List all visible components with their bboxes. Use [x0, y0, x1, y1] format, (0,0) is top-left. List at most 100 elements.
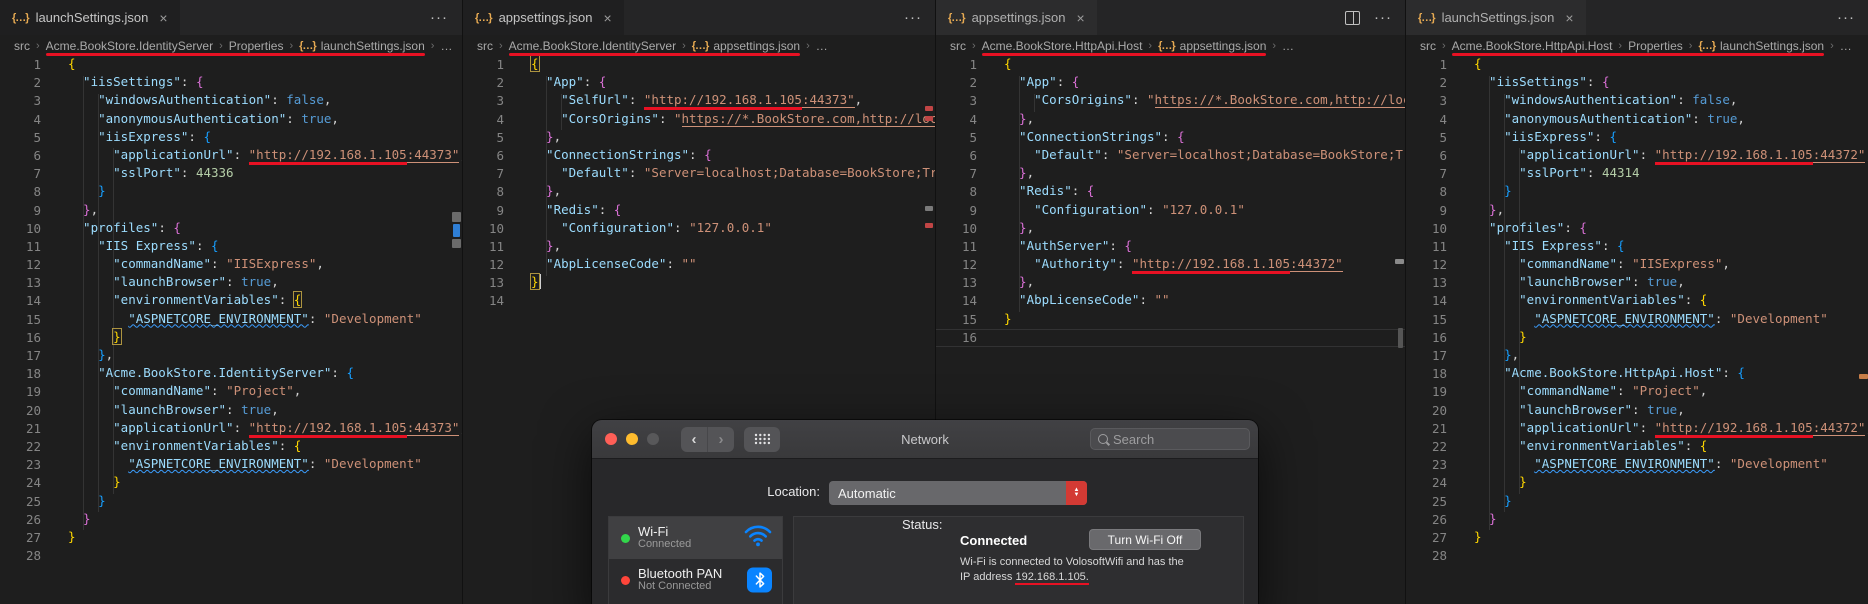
code-token: {: [530, 56, 540, 72]
code-line: "windowsAuthentication": false,: [1406, 92, 1868, 110]
scrollbar-decoration[interactable]: [452, 239, 461, 248]
code-token: "Default": [531, 165, 629, 181]
tab-launchSettings.json[interactable]: {…} launchSettings.json ×: [1406, 0, 1586, 35]
code-token: "anonymousAuthentication": [68, 110, 287, 126]
forward-button[interactable]: ›: [707, 426, 734, 452]
service-name: Bluetooth PAN: [638, 566, 723, 581]
code-token: "applicationUrl": [68, 419, 234, 435]
scrollbar-decoration[interactable]: [1398, 328, 1403, 348]
code-token: :: [1692, 110, 1708, 126]
code-token: ,: [1729, 92, 1738, 108]
screenshot-root: {…} launchSettings.json × ··· src › Acme.BookS…: [0, 0, 1868, 604]
more-actions-icon[interactable]: ···: [1837, 9, 1855, 26]
location-value: Automatic: [838, 485, 896, 501]
code-token: 44336: [195, 165, 234, 181]
close-icon[interactable]: ×: [1077, 10, 1085, 26]
more-actions-icon[interactable]: ···: [904, 9, 922, 26]
code-token: }: [1004, 165, 1027, 181]
scrollbar-decoration[interactable]: [453, 224, 460, 237]
code-token: :: [666, 256, 682, 272]
code-token: "commandName": [68, 383, 211, 399]
breadcrumb-more[interactable]: …: [1282, 39, 1294, 53]
breadcrumb-item[interactable]: appsettings.json: [1180, 39, 1267, 53]
scrollbar-decoration[interactable]: [1859, 374, 1868, 379]
code-token: }: [68, 510, 91, 526]
search-input[interactable]: Search: [1090, 428, 1250, 450]
code-editor[interactable]: 1 2 3 4 5 6 7 8 9 10 11 12 13 14 15 16 17 18 19 20 21 22 23 24 2…: [0, 56, 462, 604]
service-row-bluetooth-pan[interactable]: Bluetooth PAN Not Connected: [609, 559, 782, 601]
scrollbar-decoration[interactable]: [925, 116, 933, 121]
code-token: :: [1722, 365, 1738, 381]
code-token: ,: [316, 256, 324, 272]
code-token: :: [1632, 401, 1648, 417]
code-token: {: [68, 56, 76, 71]
code-token: true: [241, 274, 272, 290]
back-button[interactable]: ‹: [681, 426, 707, 452]
breadcrumb-more[interactable]: …: [1840, 39, 1852, 53]
scrollbar-decoration[interactable]: [1395, 259, 1404, 264]
code-token: ,: [105, 347, 114, 362]
code-token: :44373": [406, 419, 460, 436]
code-token: :: [658, 110, 674, 126]
show-all-button[interactable]: [744, 426, 780, 452]
code-line: }: [1406, 493, 1868, 511]
service-row-wifi[interactable]: Wi-Fi Connected: [609, 517, 782, 559]
more-actions-icon[interactable]: ···: [1374, 9, 1392, 26]
code-editor[interactable]: 1 2 3 4 5 6 7 8 9 10 11 12 13 14 15 16 17 18 19 20 21 22 23 24 2…: [1406, 56, 1868, 604]
code-token: "Development": [323, 456, 422, 472]
more-actions-icon[interactable]: ···: [430, 9, 448, 26]
code-token: :: [1714, 456, 1730, 472]
code-token: :: [1639, 146, 1655, 162]
close-icon[interactable]: ×: [159, 10, 167, 26]
scrollbar-decoration[interactable]: [925, 206, 933, 211]
zoom-window-icon[interactable]: [647, 433, 659, 445]
turn-wifi-off-button[interactable]: Turn Wi-Fi Off: [1089, 529, 1201, 550]
breadcrumb-item[interactable]: Acme.BookStore.HttpApi.Host: [1452, 39, 1613, 53]
code-line: }: [1406, 511, 1868, 529]
location-dropdown[interactable]: Automatic ▲ ▼: [829, 481, 1087, 505]
breadcrumb-more[interactable]: …: [816, 39, 828, 53]
code-token: {: [613, 201, 622, 217]
scrollbar-decoration[interactable]: [925, 106, 933, 111]
scrollbar-decoration[interactable]: [925, 223, 933, 228]
breadcrumb-item[interactable]: Acme.BookStore.IdentityServer: [509, 39, 676, 53]
close-icon[interactable]: ×: [604, 10, 612, 26]
code-line: "launchBrowser": true,: [1406, 274, 1868, 292]
breadcrumb-item[interactable]: src: [14, 39, 30, 53]
breadcrumb-more[interactable]: …: [440, 39, 452, 53]
close-window-icon[interactable]: [605, 433, 617, 445]
breadcrumb-item[interactable]: src: [1420, 39, 1436, 53]
code-token: }: [1474, 183, 1512, 199]
nav-buttons: ‹ ›: [681, 426, 734, 452]
code-token: "Project": [226, 383, 294, 399]
breadcrumb-item[interactable]: Acme.BookStore.IdentityServer: [46, 39, 213, 53]
network-window-titlebar[interactable]: ‹ › Network Search: [592, 420, 1258, 459]
code-token: "environmentVariables": [68, 437, 279, 453]
tab-appsettings.json[interactable]: {…} appsettings.json ×: [463, 0, 624, 35]
breadcrumb-item[interactable]: Acme.BookStore.HttpApi.Host: [982, 39, 1143, 53]
close-icon[interactable]: ×: [1565, 10, 1573, 26]
code-token: :: [598, 201, 614, 217]
breadcrumb-item[interactable]: src: [477, 39, 493, 53]
breadcrumb-item[interactable]: appsettings.json: [713, 39, 800, 53]
code-token: ,: [323, 92, 332, 108]
tab-launchSettings.json[interactable]: {…} launchSettings.json ×: [0, 0, 180, 35]
minimize-window-icon[interactable]: [626, 433, 638, 445]
code-token: "applicationUrl": [1474, 146, 1640, 162]
tab-appsettings.json[interactable]: {…} appsettings.json ×: [936, 0, 1097, 35]
code-token: "Development": [323, 310, 422, 326]
code-line: "applicationUrl": "http://192.168.1.105:…: [1406, 146, 1868, 165]
code-line: "launchBrowser": true,: [1406, 402, 1868, 420]
breadcrumb-item[interactable]: Properties: [229, 39, 284, 53]
breadcrumb-item[interactable]: launchSettings.json: [1720, 39, 1824, 53]
breadcrumb-item[interactable]: Properties: [1628, 39, 1683, 53]
code-line: }: [1406, 183, 1868, 201]
scrollbar-decoration[interactable]: [452, 212, 461, 222]
split-editor-icon[interactable]: [1345, 10, 1360, 25]
code-token: :: [195, 237, 211, 253]
breadcrumb-item[interactable]: src: [950, 39, 966, 53]
breadcrumb-item[interactable]: launchSettings.json: [321, 39, 425, 53]
code-token: {: [704, 146, 712, 162]
